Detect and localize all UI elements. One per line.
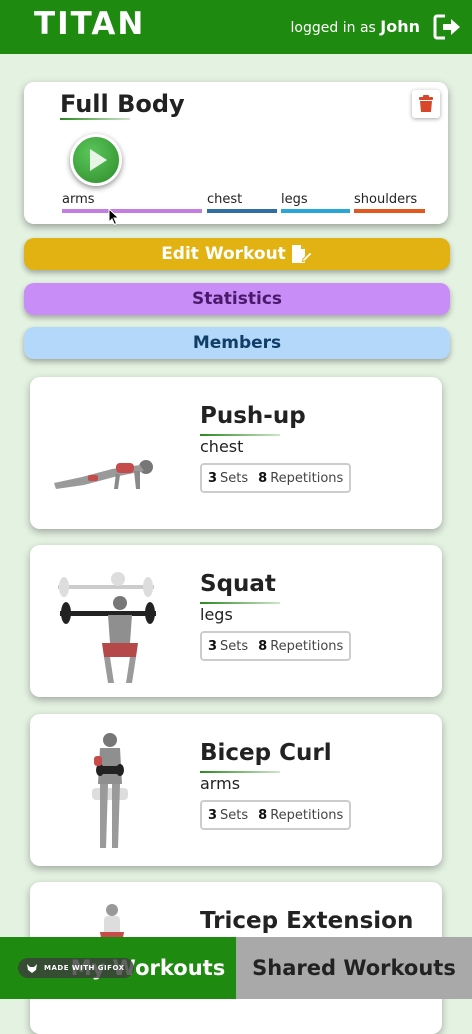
muscle-tag: legs — [281, 192, 350, 213]
muscle-label: shoulders — [354, 192, 418, 207]
members-button[interactable]: Members — [24, 327, 450, 359]
app-header: TITAN logged in as John — [0, 0, 472, 54]
logout-icon[interactable] — [432, 13, 462, 41]
exercise-name: Squat — [200, 571, 276, 597]
reps-count: 8 — [258, 807, 268, 823]
exercise-underline — [200, 771, 280, 773]
mouse-cursor-icon — [108, 208, 120, 226]
exercise-underline — [200, 602, 280, 604]
muscle-tag: arms — [62, 192, 202, 213]
workout-card: Full Body arms chest legs shoulders — [24, 82, 448, 224]
pushup-illustration — [54, 460, 153, 489]
app-logo[interactable]: TITAN — [34, 6, 145, 42]
edit-workout-button[interactable]: Edit Workout — [24, 238, 450, 270]
title-underline — [60, 118, 130, 120]
edit-document-icon — [291, 245, 313, 263]
login-status: logged in as John — [291, 17, 420, 36]
workout-title: Full Body — [60, 90, 185, 118]
sets-reps-badge: 3 Sets 8 Repetitions — [200, 463, 352, 493]
exercise-name: Push-up — [200, 403, 306, 429]
exercise-name: Bicep Curl — [200, 740, 332, 766]
exercise-card[interactable]: Squat legs 3 Sets 8 Repetitions — [30, 545, 442, 697]
exercise-muscle: legs — [200, 605, 233, 624]
muscle-bar — [62, 209, 202, 213]
reps-label: Repetitions — [270, 807, 344, 823]
username: John — [380, 17, 420, 36]
members-label: Members — [192, 333, 282, 353]
muscle-label: arms — [62, 192, 95, 207]
muscle-bar — [281, 209, 350, 213]
muscle-tag: shoulders — [354, 192, 425, 213]
bicep-curl-illustration — [92, 733, 128, 848]
muscle-bar — [207, 209, 277, 213]
exercise-muscle: chest — [200, 437, 244, 456]
muscle-label: legs — [281, 192, 308, 207]
watermark-text: MADE WITH GIFOX — [44, 964, 125, 972]
sets-count: 3 — [208, 807, 218, 823]
muscle-bar — [354, 209, 425, 213]
exercise-underline — [200, 434, 280, 436]
sets-reps-badge: 3 Sets 8 Repetitions — [200, 800, 352, 830]
edit-workout-label: Edit Workout — [161, 244, 286, 264]
delete-workout-button[interactable] — [412, 90, 440, 118]
muscle-tag: chest — [207, 192, 277, 213]
exercise-card[interactable]: Push-up chest 3 Sets 8 Repetitions — [30, 377, 442, 529]
trash-icon — [419, 95, 433, 112]
tab-shared-workouts-label: Shared Workouts — [252, 956, 456, 980]
sets-count: 3 — [208, 470, 218, 486]
play-workout-button[interactable] — [70, 134, 122, 186]
exercise-muscle: arms — [200, 774, 241, 793]
exercise-name: Tricep Extension — [200, 908, 414, 934]
play-icon — [90, 149, 107, 171]
sets-count: 3 — [208, 638, 218, 654]
reps-count: 8 — [258, 638, 268, 654]
sets-label: Sets — [220, 807, 249, 823]
exercise-card[interactable]: Bicep Curl arms 3 Sets 8 Repetitions — [30, 714, 442, 866]
statistics-button[interactable]: Statistics — [24, 283, 450, 315]
sets-label: Sets — [220, 470, 249, 486]
reps-label: Repetitions — [270, 470, 344, 486]
muscle-label: chest — [207, 192, 243, 207]
tab-shared-workouts[interactable]: Shared Workouts — [236, 937, 472, 999]
reps-label: Repetitions — [270, 638, 344, 654]
squat-illustration — [58, 572, 156, 683]
fox-icon — [27, 964, 37, 973]
login-prefix: logged in as — [290, 20, 376, 36]
sets-label: Sets — [220, 638, 249, 654]
gifox-watermark: MADE WITH GIFOX — [18, 958, 134, 978]
statistics-label: Statistics — [191, 289, 283, 309]
reps-count: 8 — [258, 470, 268, 486]
sets-reps-badge: 3 Sets 8 Repetitions — [200, 631, 352, 661]
